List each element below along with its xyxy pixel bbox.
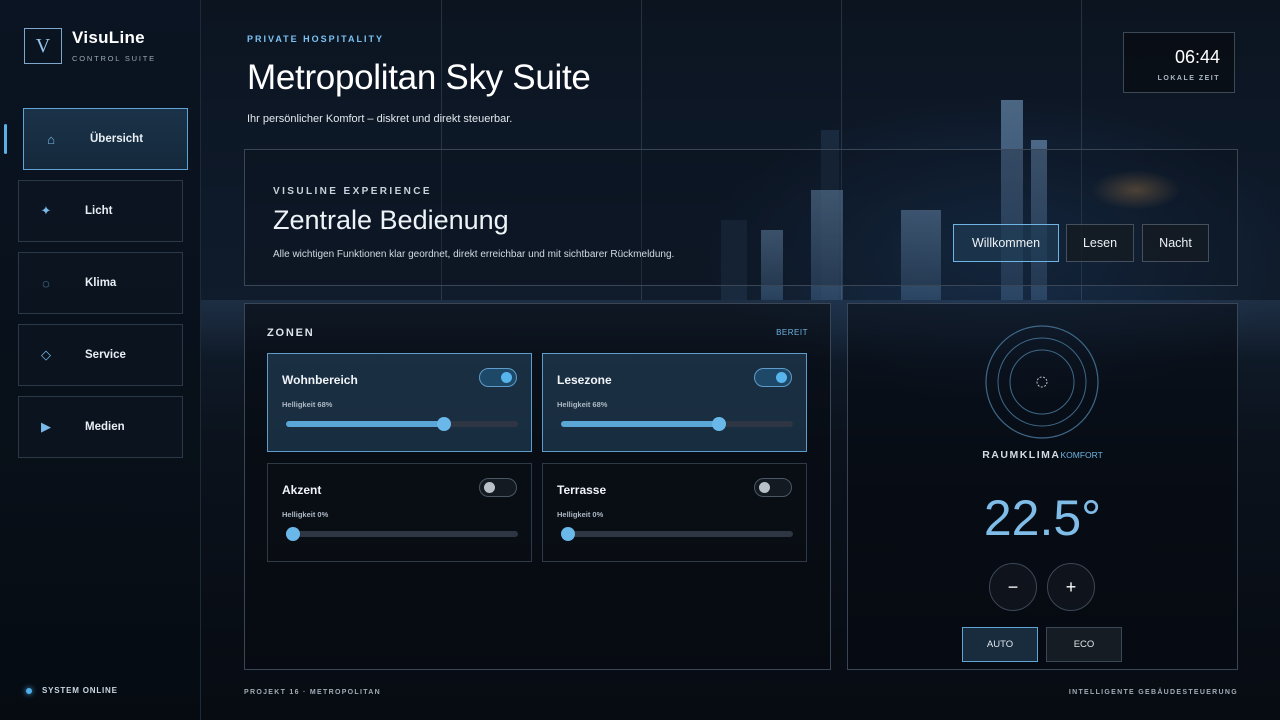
page-eyebrow: PRIVATE HOSPITALITY bbox=[247, 34, 385, 44]
brand-logo: V bbox=[24, 28, 62, 64]
climate-mode-label: KOMFORT bbox=[1060, 450, 1103, 460]
brightness-slider[interactable] bbox=[561, 417, 793, 431]
slider-thumb[interactable] bbox=[436, 417, 451, 431]
footer-project: PROJEKT 16 · METROPOLITAN bbox=[244, 689, 381, 696]
brand-name: VisuLine bbox=[72, 28, 145, 47]
zones-status: BEREIT bbox=[776, 328, 808, 337]
hero-description: Alle wichtigen Funktionen klar geordnet,… bbox=[273, 249, 675, 260]
zone-name: Terrasse bbox=[557, 483, 607, 497]
home-icon: ⌂ bbox=[47, 131, 55, 147]
sidebar-item-label: Service bbox=[85, 349, 126, 361]
zone-name: Lesezone bbox=[557, 373, 612, 387]
sidebar-item-label: Medien bbox=[85, 421, 125, 433]
sidebar-item-service[interactable]: ◇ Service bbox=[18, 324, 183, 386]
circle-icon: ◌ bbox=[42, 275, 50, 291]
hero-panel: VISULINE EXPERIENCE Zentrale Bedienung A… bbox=[244, 149, 1238, 286]
zones-title: ZONEN bbox=[267, 327, 315, 339]
zone-card-akzent: Akzent Helligkeit 0% bbox=[267, 463, 532, 562]
toggle-knob bbox=[484, 482, 495, 493]
system-status: SYSTEM ONLINE bbox=[26, 686, 118, 695]
zone-card-terrasse: Terrasse Helligkeit 0% bbox=[542, 463, 807, 562]
climate-title: RAUMKLIMA bbox=[982, 449, 1061, 461]
zones-panel: ZONEN BEREIT Wohnbereich Helligkeit 68% … bbox=[244, 303, 831, 670]
clock-time: 06:44 bbox=[1174, 47, 1220, 67]
toggle-knob bbox=[776, 372, 787, 383]
mode-button-eco[interactable]: ECO bbox=[1046, 627, 1122, 662]
zone-toggle[interactable] bbox=[754, 478, 792, 497]
scene-button-lesen[interactable]: Lesen bbox=[1066, 224, 1134, 262]
footer-tagline: INTELLIGENTE GEBÄUDESTEUERUNG bbox=[1068, 689, 1238, 696]
sidebar-item-licht[interactable]: ✦ Licht bbox=[18, 180, 183, 242]
climate-dial-icon bbox=[985, 325, 1099, 439]
clock-widget: 06:44 LOKALE ZEIT bbox=[1123, 32, 1235, 93]
sidebar-item-label: Übersicht bbox=[90, 133, 144, 145]
scene-button-willkommen[interactable]: Willkommen bbox=[953, 224, 1059, 262]
brightness-slider[interactable] bbox=[561, 527, 793, 541]
sidebar-item-label: Klima bbox=[85, 277, 117, 289]
zone-brightness-label: Helligkeit 0% bbox=[557, 510, 604, 519]
page-subtitle: Ihr persönlicher Komfort – diskret und d… bbox=[247, 113, 513, 125]
brand-subtitle: CONTROL SUITE bbox=[72, 54, 156, 63]
play-icon: ▶ bbox=[41, 419, 51, 434]
zone-brightness-label: Helligkeit 0% bbox=[282, 510, 329, 519]
zone-name: Wohnbereich bbox=[282, 373, 358, 387]
sparkle-icon: ✦ bbox=[40, 203, 52, 218]
sidebar-item-medien[interactable]: ▶ Medien bbox=[18, 396, 183, 458]
clock-label: LOKALE ZEIT bbox=[1157, 75, 1220, 82]
hero-eyebrow: VISULINE EXPERIENCE bbox=[273, 186, 432, 197]
brightness-slider[interactable] bbox=[286, 417, 518, 431]
zone-brightness-label: Helligkeit 68% bbox=[282, 400, 333, 409]
toggle-knob bbox=[501, 372, 512, 383]
zone-name: Akzent bbox=[282, 483, 322, 497]
zone-toggle[interactable] bbox=[479, 368, 517, 387]
temperature-increase-button[interactable]: + bbox=[1047, 563, 1095, 611]
sidebar-item-label: Licht bbox=[85, 205, 113, 217]
brightness-slider[interactable] bbox=[286, 527, 518, 541]
temperature-display: 22.5° bbox=[983, 490, 1102, 546]
mode-button-auto[interactable]: AUTO bbox=[962, 627, 1038, 662]
zone-card-wohnbereich: Wohnbereich Helligkeit 68% bbox=[267, 353, 532, 452]
slider-thumb[interactable] bbox=[286, 527, 300, 541]
brand: V VisuLine CONTROL SUITE bbox=[24, 28, 156, 64]
diamond-icon: ◇ bbox=[41, 347, 51, 362]
hero-title: Zentrale Bedienung bbox=[273, 205, 509, 235]
zone-brightness-label: Helligkeit 68% bbox=[557, 400, 608, 409]
toggle-knob bbox=[759, 482, 770, 493]
active-nav-indicator bbox=[4, 124, 7, 154]
slider-fill bbox=[561, 421, 719, 427]
zone-card-lesezone: Lesezone Helligkeit 68% bbox=[542, 353, 807, 452]
zone-toggle[interactable] bbox=[754, 368, 792, 387]
slider-fill bbox=[286, 421, 444, 427]
sidebar: V VisuLine CONTROL SUITE ⌂ Übersicht ✦ L… bbox=[0, 0, 201, 720]
system-status-label: SYSTEM ONLINE bbox=[42, 686, 118, 695]
scene-button-nacht[interactable]: Nacht bbox=[1142, 224, 1209, 262]
slider-thumb[interactable] bbox=[711, 417, 726, 431]
climate-label: RAUMKLIMAKOMFORT bbox=[848, 449, 1237, 461]
temperature-decrease-button[interactable]: − bbox=[989, 563, 1037, 611]
zone-toggle[interactable] bbox=[479, 478, 517, 497]
status-dot-icon bbox=[26, 687, 32, 694]
page-title: Metropolitan Sky Suite bbox=[247, 58, 591, 97]
climate-panel: RAUMKLIMAKOMFORT 22.5° − + AUTO ECO bbox=[847, 303, 1238, 670]
sidebar-item-uebersicht[interactable]: ⌂ Übersicht bbox=[23, 108, 188, 170]
sidebar-item-klima[interactable]: ◌ Klima bbox=[18, 252, 183, 314]
slider-thumb[interactable] bbox=[561, 527, 575, 541]
